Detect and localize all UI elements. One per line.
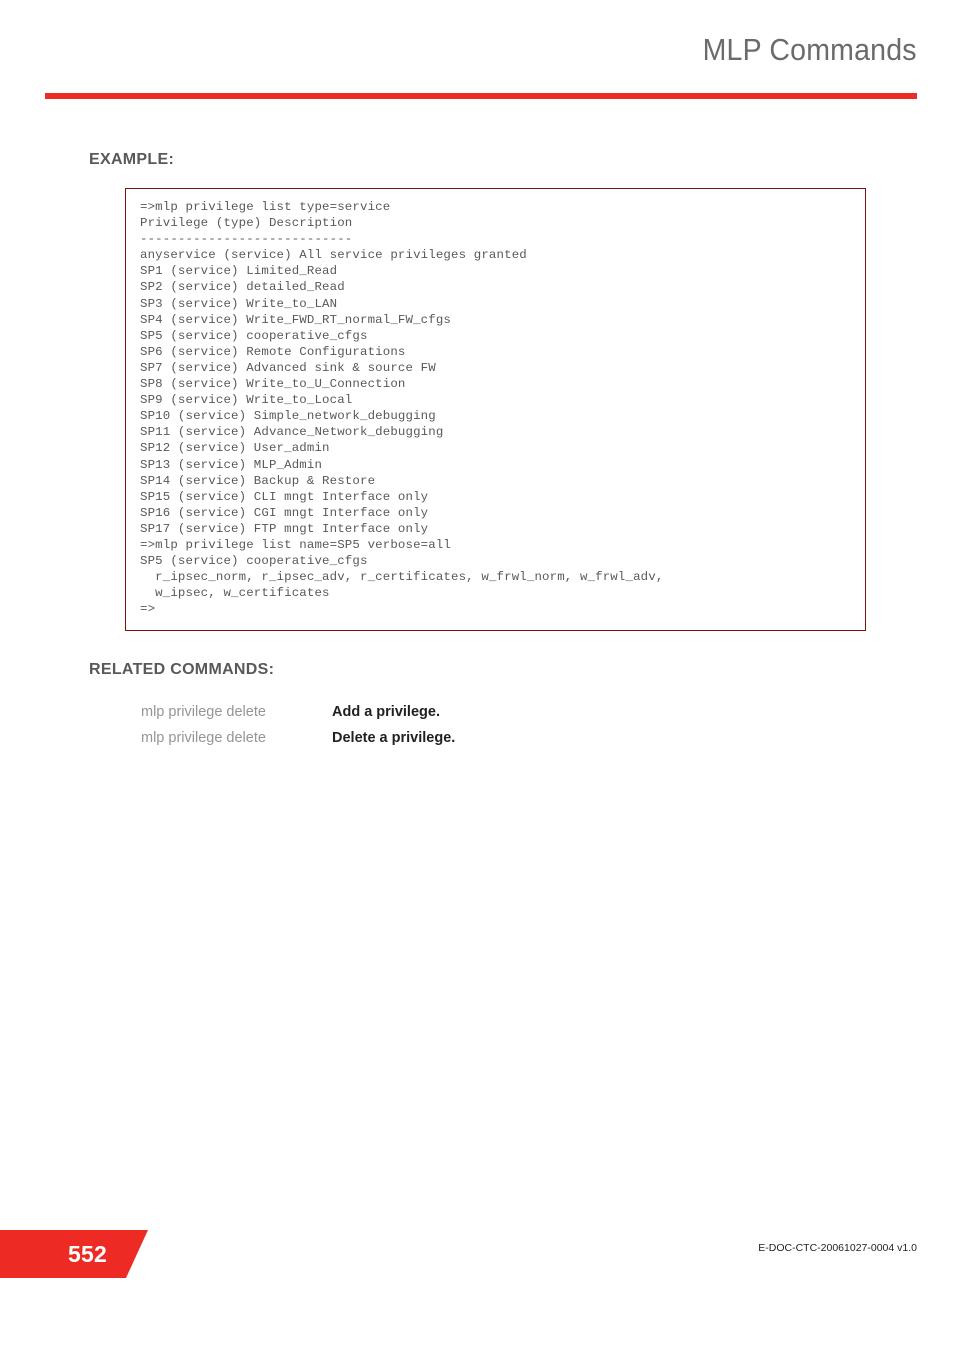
related-command-name[interactable]: mlp privilege delete xyxy=(141,704,332,720)
footer-document-id: E-DOC-CTC-20061027-0004 v1.0 xyxy=(758,1242,917,1254)
section-heading-example: EXAMPLE: xyxy=(89,151,175,168)
page-footer: 552 E-DOC-CTC-20061027-0004 v1.0 xyxy=(0,1230,954,1290)
page-number-tab: 552 xyxy=(0,1230,148,1278)
related-commands-table: mlp privilege delete Add a privilege. ml… xyxy=(141,704,841,756)
page-number: 552 xyxy=(68,1241,107,1267)
example-code-block: =>mlp privilege list type=service Privil… xyxy=(125,188,866,631)
header-divider-rule xyxy=(45,93,917,99)
section-heading-related-commands: RELATED COMMANDS: xyxy=(89,661,275,678)
related-command-description: Add a privilege. xyxy=(332,704,440,720)
table-row: mlp privilege delete Add a privilege. xyxy=(141,704,841,730)
table-row: mlp privilege delete Delete a privilege. xyxy=(141,730,841,756)
example-code-text: =>mlp privilege list type=service Privil… xyxy=(140,200,664,617)
page-title: MLP Commands xyxy=(702,32,917,67)
page-header: MLP Commands xyxy=(0,0,954,110)
related-command-description: Delete a privilege. xyxy=(332,730,456,746)
related-command-name[interactable]: mlp privilege delete xyxy=(141,730,332,746)
